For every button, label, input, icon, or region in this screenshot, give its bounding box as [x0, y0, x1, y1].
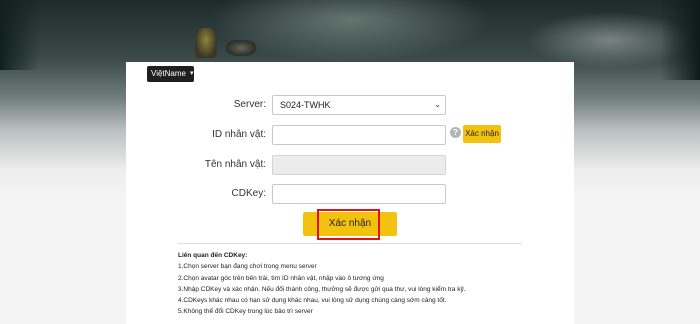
server-selected-value: S024-TWHK	[280, 100, 331, 110]
server-select[interactable]: S024-TWHK ⌄	[272, 95, 446, 115]
submit-button[interactable]: Xác nhận	[303, 212, 397, 236]
chevron-down-icon: ▾	[189, 70, 194, 77]
character-id-input[interactable]	[272, 125, 446, 145]
help-icon[interactable]: ?	[450, 127, 461, 138]
cdkey-label: CDKey:	[231, 188, 266, 199]
background-creature	[226, 40, 256, 56]
notes-item: 4.CDKeys khác nhau có hạn sử dụng khác n…	[178, 297, 447, 305]
notes-item: 2.Chọn avatar góc trên bên trái, tìm ID …	[178, 274, 384, 282]
notes-item: 5.Không thể đổi CDKey trong lúc bảo trì …	[178, 308, 313, 316]
character-name-label: Tên nhân vật:	[204, 159, 266, 170]
notes-item: 3.Nhập CDKey và xác nhận. Nếu đổi thành …	[178, 285, 466, 293]
server-label: Server:	[233, 99, 266, 110]
background-character	[195, 28, 217, 58]
character-name-field	[272, 155, 446, 175]
verify-id-button[interactable]: Xác nhận	[463, 125, 501, 143]
cdkey-notes: Liên quan đến CDKey: 1.Chọn server bạn đ…	[178, 250, 522, 318]
language-label: ViệtName	[151, 69, 186, 78]
divider	[178, 243, 522, 244]
notes-item: 1.Chọn server bạn đang chơi trong menu s…	[178, 263, 317, 271]
chevron-down-icon: ⌄	[434, 100, 441, 109]
notes-title: Liên quan đến CDKey:	[178, 252, 248, 259]
language-selector[interactable]: ViệtName ▾	[147, 66, 194, 82]
cdkey-input[interactable]	[272, 184, 446, 204]
background-trees-right	[660, 0, 700, 80]
background-trees-left	[0, 0, 40, 70]
character-id-label: ID nhân vật:	[212, 129, 266, 140]
